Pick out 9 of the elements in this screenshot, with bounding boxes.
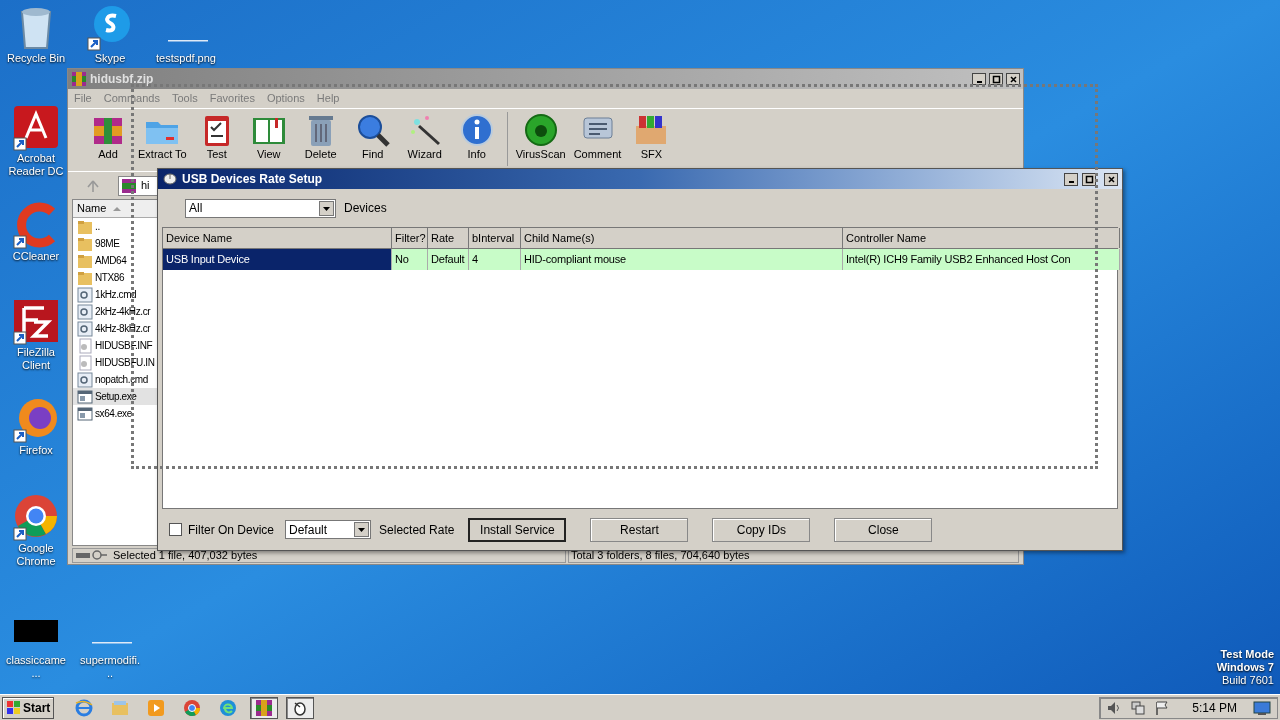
- field-label: Selected Rate: [379, 521, 455, 539]
- system-info-text: Windows 7: [1216, 661, 1274, 674]
- window-title: hidusbf.zip: [90, 71, 154, 88]
- field-label: Devices: [344, 200, 387, 217]
- window-title: USB Devices Rate Setup: [182, 171, 323, 188]
- status-text: Total 3 folders, 8 files, 704,640 bytes: [571, 547, 750, 563]
- status-text: Selected 1 file, 407,032 bytes: [113, 547, 258, 563]
- system-info-text: Build 7601: [1222, 674, 1274, 687]
- system-info-text: Test Mode: [1220, 648, 1274, 661]
